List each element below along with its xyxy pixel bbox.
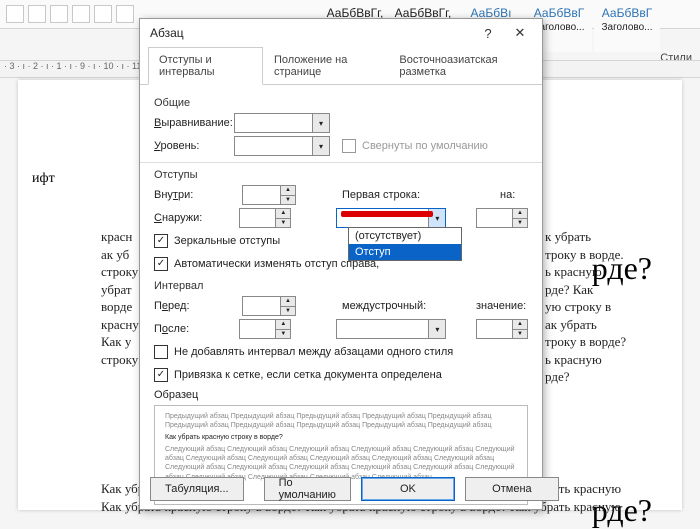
space-before-spinner[interactable]: ▲▼ <box>242 296 296 316</box>
preview-label: Образец <box>154 389 528 401</box>
inside-spinner[interactable]: ▲▼ <box>242 185 296 205</box>
spin-down-icon[interactable]: ▼ <box>276 330 290 339</box>
chevron-down-icon[interactable]: ▾ <box>428 320 445 338</box>
tabs-button[interactable]: Табуляция... <box>150 477 244 501</box>
no-space-same-style-label: Не добавлять интервал между абзацами одн… <box>174 346 453 358</box>
space-before-label: Перед: <box>154 300 234 312</box>
collapsed-default-label: Свернуты по умолчанию <box>362 140 488 152</box>
auto-right-indent-checkbox[interactable] <box>154 257 168 271</box>
spin-up-icon[interactable]: ▲ <box>276 320 290 330</box>
space-after-label: После: <box>154 323 231 335</box>
dialog-titlebar[interactable]: Абзац ? ✕ <box>140 19 542 47</box>
outside-label: Снаружи: <box>154 212 231 224</box>
collapsed-default-checkbox <box>342 139 356 153</box>
set-default-button[interactable]: По умолчанию <box>264 477 351 501</box>
first-line-by-spinner[interactable]: ▲▼ <box>476 208 528 228</box>
close-button[interactable]: ✕ <box>504 21 536 45</box>
ribbon-icon[interactable] <box>28 5 46 23</box>
ribbon-icon[interactable] <box>50 5 68 23</box>
style-item[interactable]: АаБбВвГЗаголово... <box>594 2 660 52</box>
paragraph-dialog: Абзац ? ✕ Отступы и интервалы Положение … <box>139 18 543 510</box>
space-after-spinner[interactable]: ▲▼ <box>239 319 291 339</box>
first-line-label: Первая строка: <box>342 189 454 201</box>
ok-button[interactable]: OK <box>361 477 455 501</box>
snap-to-grid-label: Привязка к сетке, если сетка документа о… <box>174 369 442 381</box>
spin-down-icon[interactable]: ▼ <box>281 196 295 205</box>
chevron-down-icon[interactable]: ▾ <box>312 114 329 132</box>
tab-indents-spacing[interactable]: Отступы и интервалы <box>148 47 263 85</box>
group-spacing: Интервал <box>154 280 528 292</box>
spin-up-icon[interactable]: ▲ <box>513 320 527 330</box>
first-line-by-label: на: <box>500 189 515 201</box>
line-spacing-at-label: значение: <box>476 300 526 312</box>
dropdown-option-none[interactable]: (отсутствует) <box>349 228 461 244</box>
doc-text-fragment: к убрать троку в ворде. ь красную рде? К… <box>545 228 695 386</box>
outline-level-combo[interactable]: ▾ <box>234 136 330 156</box>
ribbon-icon[interactable] <box>6 5 24 23</box>
outline-level-label: Уровень: <box>154 140 234 152</box>
spin-up-icon[interactable]: ▲ <box>281 297 295 307</box>
group-general: Общие <box>154 97 528 109</box>
first-line-combo[interactable]: ▾ <box>336 208 446 228</box>
chevron-down-icon[interactable]: ▾ <box>312 137 329 155</box>
dialog-tabs: Отступы и интервалы Положение на страниц… <box>140 47 542 85</box>
tab-page-position[interactable]: Положение на странице <box>263 47 388 85</box>
ribbon-icon[interactable] <box>116 5 134 23</box>
mirror-indents-checkbox[interactable] <box>154 234 168 248</box>
dropdown-option-indent[interactable]: Отступ <box>349 244 461 260</box>
outside-spinner[interactable]: ▲▼ <box>239 208 291 228</box>
snap-to-grid-checkbox[interactable] <box>154 368 168 382</box>
help-button[interactable]: ? <box>472 21 504 45</box>
annotation-scribble <box>341 211 433 217</box>
cancel-button[interactable]: Отмена <box>465 477 559 501</box>
tab-asian-typography[interactable]: Восточноазиатская разметка <box>388 47 534 85</box>
doc-text-fragment: краснак убстрокуубратвордекраснуКак устр… <box>101 228 141 368</box>
spin-up-icon[interactable]: ▲ <box>281 186 295 196</box>
ribbon-icon[interactable] <box>72 5 90 23</box>
spin-down-icon[interactable]: ▼ <box>281 307 295 316</box>
spin-down-icon[interactable]: ▼ <box>276 219 290 228</box>
no-space-same-style-checkbox[interactable] <box>154 345 168 359</box>
line-spacing-label: междустрочный: <box>342 300 454 312</box>
group-indents: Отступы <box>154 169 528 181</box>
line-spacing-combo[interactable]: ▾ <box>336 319 446 339</box>
first-line-dropdown[interactable]: (отсутствует) Отступ <box>348 227 462 261</box>
spin-up-icon[interactable]: ▲ <box>276 209 290 219</box>
alignment-label: Выравнивание: <box>154 117 234 129</box>
alignment-combo[interactable]: ▾ <box>234 113 330 133</box>
spin-down-icon[interactable]: ▼ <box>513 330 527 339</box>
dialog-title: Абзац <box>150 26 472 40</box>
spin-up-icon[interactable]: ▲ <box>513 209 527 219</box>
spin-down-icon[interactable]: ▼ <box>513 219 527 228</box>
ribbon-icon[interactable] <box>94 5 112 23</box>
inside-label: Внутри: <box>154 189 234 201</box>
line-spacing-at-spinner[interactable]: ▲▼ <box>476 319 528 339</box>
mirror-indents-label: Зеркальные отступы <box>174 235 280 247</box>
